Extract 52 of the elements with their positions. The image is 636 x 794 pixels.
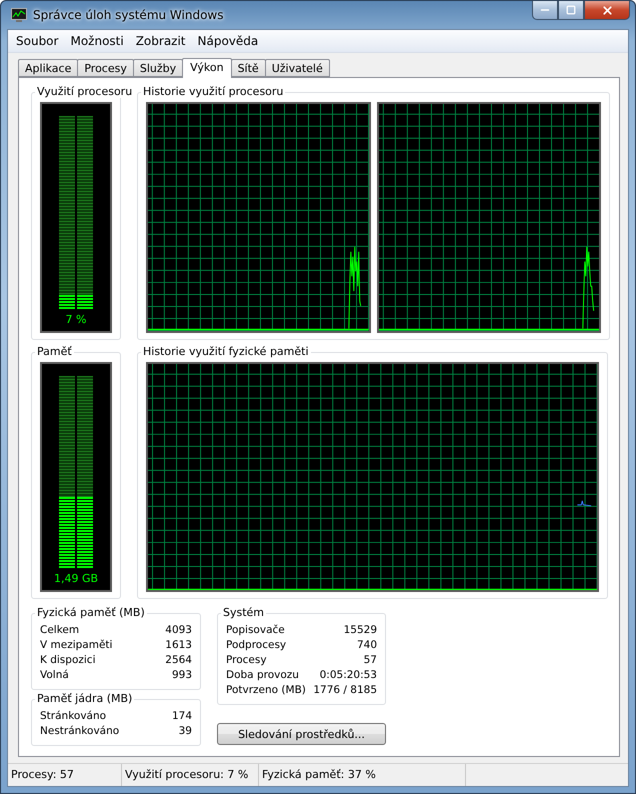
meter-reading: 1,49 GB — [54, 572, 98, 586]
close-button[interactable] — [584, 1, 630, 20]
stat-value: 174 — [172, 709, 192, 724]
minimize-button[interactable] — [532, 1, 558, 20]
stat-label: Procesy — [226, 653, 267, 668]
menu-item[interactable]: Soubor — [10, 32, 64, 50]
stat-label: K dispozici — [40, 653, 96, 668]
maximize-icon — [566, 5, 576, 15]
tab[interactable]: Aplikace — [18, 59, 78, 77]
group-title: Fyzická paměť (MB) — [35, 606, 147, 619]
resource-monitor-button[interactable]: Sledování prostředků... — [217, 723, 386, 745]
meter-reading: 7 % — [66, 312, 86, 326]
tab[interactable]: Sítě — [230, 59, 266, 77]
status-text: Využití procesoru: 7 % — [122, 764, 259, 786]
status-text: Procesy: 57 — [8, 764, 122, 786]
tab[interactable]: Uživatelé — [264, 59, 330, 77]
stat-value: 740 — [356, 638, 377, 653]
tab[interactable]: Výkon — [182, 58, 232, 78]
tab[interactable]: Služby — [132, 59, 184, 77]
maximize-button[interactable] — [558, 1, 584, 20]
menu-item[interactable]: Možnosti — [64, 32, 130, 50]
group-title: Systém — [221, 606, 266, 619]
group-title: Paměť jádra (MB) — [35, 692, 134, 705]
stat-value: 57 — [364, 653, 377, 668]
stat-value: 15529 — [344, 623, 377, 638]
stat-label: Stránkováno — [40, 709, 106, 724]
group-title: Využití procesoru — [35, 85, 134, 98]
window-title: Správce úloh systému Windows — [33, 8, 224, 22]
group-title: Historie využití fyzické paměti — [141, 344, 311, 358]
stat-label: V mezipaměti — [40, 638, 112, 653]
stat-label: Celkem — [40, 623, 80, 638]
stat-label: Nestránkováno — [40, 724, 120, 739]
stat-value: 4093 — [165, 623, 192, 638]
stat-value: 993 — [172, 668, 192, 683]
stat-value: 0:05:20:53 — [320, 668, 377, 683]
group-title: Historie využití procesoru — [141, 85, 286, 98]
stat-label: Potvrzeno (MB) — [226, 683, 306, 698]
stat-label: Doba provozu — [226, 668, 299, 683]
menu-item[interactable]: Zobrazit — [130, 32, 192, 50]
group-title: Paměť — [35, 344, 74, 358]
stat-label: Podprocesy — [226, 638, 286, 653]
close-icon — [600, 4, 614, 16]
stat-label: Volná — [40, 668, 69, 683]
menu-item[interactable]: Nápověda — [192, 32, 264, 50]
status-text: Fyzická paměť: 37 % — [259, 764, 466, 786]
stat-value: 39 — [178, 724, 192, 739]
stat-value: 1776 / 8185 — [313, 683, 377, 698]
stat-label: Popisovače — [226, 623, 285, 638]
monitor-icon — [11, 8, 27, 22]
stat-value: 2564 — [165, 653, 192, 668]
stat-value: 1613 — [165, 638, 192, 653]
tab[interactable]: Procesy — [77, 59, 134, 77]
